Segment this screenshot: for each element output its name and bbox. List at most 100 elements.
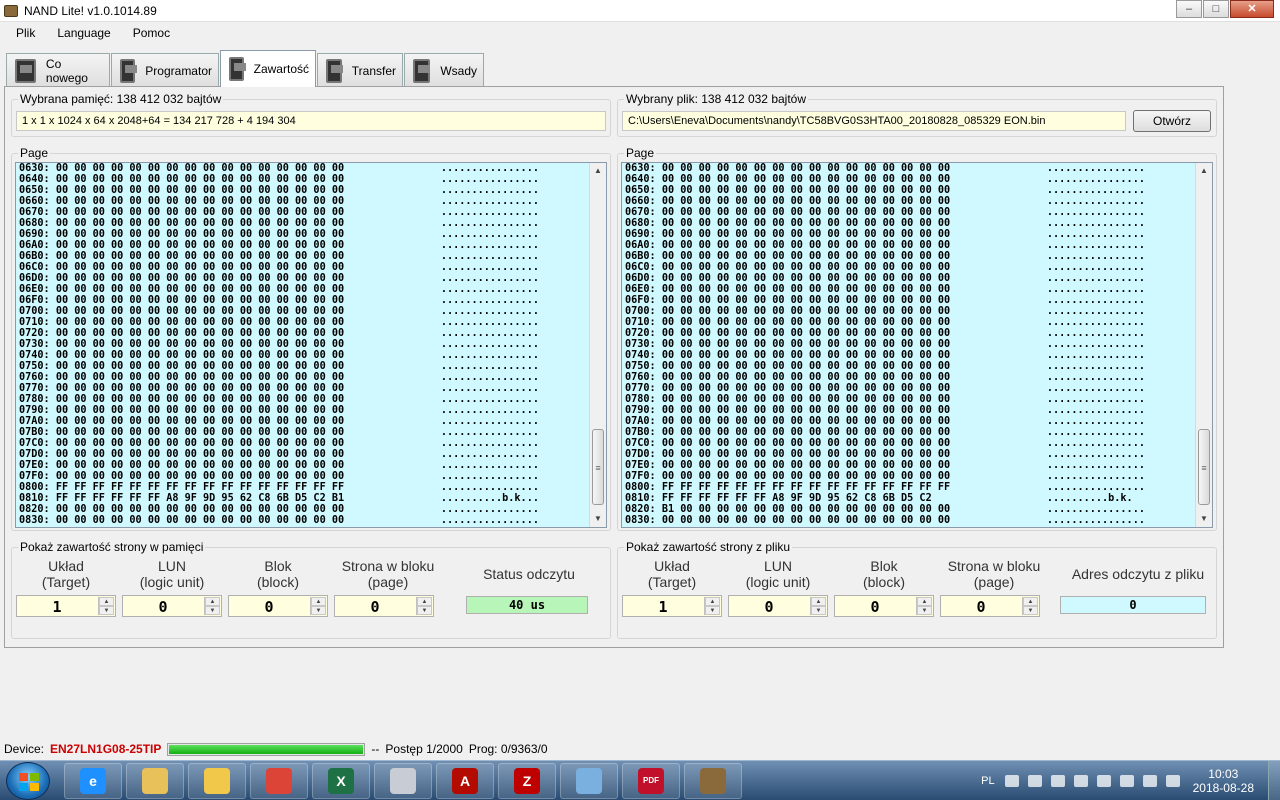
signal-icon[interactable] — [1142, 775, 1157, 787]
hex-ascii: ................ — [440, 218, 539, 229]
hex-bytes: 00 00 00 00 00 00 00 00 00 00 00 00 00 0… — [661, 185, 951, 196]
scroll-thumb[interactable]: ≡ — [592, 429, 604, 505]
hex-row: 07A0: 00 00 00 00 00 00 00 00 00 00 00 0… — [625, 416, 1145, 427]
clock[interactable]: 10:03 2018-08-28 — [1193, 767, 1254, 795]
open-file-button[interactable]: Otwórz — [1133, 110, 1211, 132]
spin-down-icon[interactable]: ▼ — [99, 606, 114, 615]
spin-down-icon[interactable]: ▼ — [1023, 606, 1038, 615]
spin-down-icon[interactable]: ▼ — [705, 606, 720, 615]
left-hex-view[interactable]: 0630: 00 00 00 00 00 00 00 00 00 00 00 0… — [15, 162, 607, 528]
spin-up-icon[interactable]: ▲ — [705, 597, 720, 606]
show-desktop-button[interactable] — [1268, 761, 1280, 800]
status-header: Status odczytu — [483, 566, 575, 582]
strona-spinner[interactable]: 0 ▲ ▼ — [940, 595, 1040, 617]
hex-row: 0680: 00 00 00 00 00 00 00 00 00 00 00 0… — [19, 218, 539, 229]
hex-bytes: 00 00 00 00 00 00 00 00 00 00 00 00 00 0… — [55, 240, 345, 251]
hex-row: 07E0: 00 00 00 00 00 00 00 00 00 00 00 0… — [19, 460, 539, 471]
spin-up-icon[interactable]: ▲ — [811, 597, 826, 606]
taskbar-app-button[interactable] — [188, 763, 246, 799]
tab-co-nowego[interactable]: Co nowego — [6, 53, 110, 87]
security-icon[interactable] — [1073, 775, 1088, 787]
tab-zawartosc[interactable]: Zawartość — [220, 50, 316, 87]
taskbar-app-button[interactable]: e — [64, 763, 122, 799]
blok-spinner[interactable]: 0 ▲ ▼ — [228, 595, 328, 617]
volume-icon[interactable] — [1165, 775, 1180, 787]
hex-address: 06D0 — [625, 273, 650, 284]
taskbar-app-button[interactable] — [250, 763, 308, 799]
taskbar-app-button[interactable]: X — [312, 763, 370, 799]
hex-address: 0740 — [625, 350, 650, 361]
tab-transfer[interactable]: Transfer — [317, 53, 403, 87]
tab-label: Transfer — [351, 63, 396, 78]
scroll-down-arrow-icon[interactable]: ▼ — [590, 511, 606, 527]
taskbar-app-button[interactable] — [684, 763, 742, 799]
maximize-button[interactable]: □ — [1203, 0, 1229, 18]
flag-icon[interactable] — [1096, 775, 1111, 787]
left-controls-group: Pokaż zawartość strony w pamięci Układ (T… — [11, 540, 611, 639]
spin-down-icon[interactable]: ▼ — [917, 606, 932, 615]
hex-bytes: 00 00 00 00 00 00 00 00 00 00 00 00 00 0… — [55, 471, 345, 482]
hex-ascii: ................ — [440, 361, 539, 372]
network-globe-icon[interactable] — [1050, 775, 1065, 787]
menu-pomoc[interactable]: Pomoc — [125, 26, 178, 40]
menu-language[interactable]: Language — [49, 26, 118, 40]
scroll-thumb[interactable]: ≡ — [1198, 429, 1210, 505]
tab-wsady[interactable]: Wsady — [404, 53, 484, 87]
hex-address: 0790 — [19, 405, 44, 416]
file-group: Wybrany plik: 138 412 032 bajtów C:\User… — [617, 92, 1217, 137]
left-hex-scrollbar[interactable]: ▲ ≡ ▼ — [589, 163, 606, 527]
taskbar-app-button[interactable] — [374, 763, 432, 799]
lun-spinner[interactable]: 0 ▲ ▼ — [122, 595, 222, 617]
uklad-header: Układ (Target) — [647, 558, 697, 590]
spin-up-icon[interactable]: ▲ — [417, 597, 432, 606]
hex-row: 0820: 00 00 00 00 00 00 00 00 00 00 00 0… — [19, 504, 539, 515]
start-button[interactable] — [6, 762, 50, 800]
blok-spinner[interactable]: 0 ▲ ▼ — [834, 595, 934, 617]
taskbar-app-button[interactable]: PDF — [622, 763, 680, 799]
spin-down-icon[interactable]: ▼ — [205, 606, 220, 615]
taskbar-app-button[interactable]: Z — [498, 763, 556, 799]
right-hex-view[interactable]: 0630: 00 00 00 00 00 00 00 00 00 00 00 0… — [621, 162, 1213, 528]
minimize-button[interactable]: – — [1176, 0, 1202, 18]
uklad-spinner[interactable]: 1 ▲ ▼ — [16, 595, 116, 617]
hex-address: 0640 — [625, 174, 650, 185]
hex-row: 0670: 00 00 00 00 00 00 00 00 00 00 00 0… — [19, 207, 539, 218]
tab-programator[interactable]: Programator — [111, 53, 219, 87]
spin-down-icon[interactable]: ▼ — [311, 606, 326, 615]
hex-row: 0760: 00 00 00 00 00 00 00 00 00 00 00 0… — [625, 372, 1145, 383]
strona-spinner[interactable]: 0 ▲ ▼ — [334, 595, 434, 617]
hex-ascii: ................ — [1046, 240, 1145, 251]
scroll-down-arrow-icon[interactable]: ▼ — [1196, 511, 1212, 527]
hex-bytes: 00 00 00 00 00 00 00 00 00 00 00 00 00 0… — [661, 350, 951, 361]
hex-address: 0720 — [19, 328, 44, 339]
spin-up-icon[interactable]: ▲ — [917, 597, 932, 606]
spin-up-icon[interactable]: ▲ — [99, 597, 114, 606]
spin-up-icon[interactable]: ▲ — [311, 597, 326, 606]
taskbar-app-button[interactable]: A — [436, 763, 494, 799]
taskbar-app-button[interactable] — [560, 763, 618, 799]
lun-spinner[interactable]: 0 ▲ ▼ — [728, 595, 828, 617]
hex-address: 0700 — [19, 306, 44, 317]
spin-down-icon[interactable]: ▼ — [417, 606, 432, 615]
hex-row: 0770: 00 00 00 00 00 00 00 00 00 00 00 0… — [19, 383, 539, 394]
language-indicator[interactable]: PL — [981, 775, 994, 787]
menu-plik[interactable]: Plik — [8, 26, 43, 40]
hex-ascii: ................ — [1046, 361, 1145, 372]
right-hex-scrollbar[interactable]: ▲ ≡ ▼ — [1195, 163, 1212, 527]
spin-up-icon[interactable]: ▲ — [205, 597, 220, 606]
hex-row: 06D0: 00 00 00 00 00 00 00 00 00 00 00 0… — [625, 273, 1145, 284]
spin-up-icon[interactable]: ▲ — [1023, 597, 1038, 606]
spin-down-icon[interactable]: ▼ — [811, 606, 826, 615]
uklad-spinner[interactable]: 1 ▲ ▼ — [622, 595, 722, 617]
scroll-up-arrow-icon[interactable]: ▲ — [1196, 163, 1212, 179]
close-button[interactable]: ✕ — [1230, 0, 1274, 18]
hex-ascii: ................ — [440, 207, 539, 218]
taskbar-app-button[interactable] — [126, 763, 184, 799]
keyboard-icon[interactable] — [1004, 775, 1019, 787]
mail-icon[interactable] — [1027, 775, 1042, 787]
hex-ascii: ................ — [440, 482, 539, 493]
power-icon[interactable] — [1119, 775, 1134, 787]
hex-row: 0640: 00 00 00 00 00 00 00 00 00 00 00 0… — [19, 174, 539, 185]
scroll-up-arrow-icon[interactable]: ▲ — [590, 163, 606, 179]
hex-row: 0800: FF FF FF FF FF FF FF FF FF FF FF F… — [625, 482, 1145, 493]
